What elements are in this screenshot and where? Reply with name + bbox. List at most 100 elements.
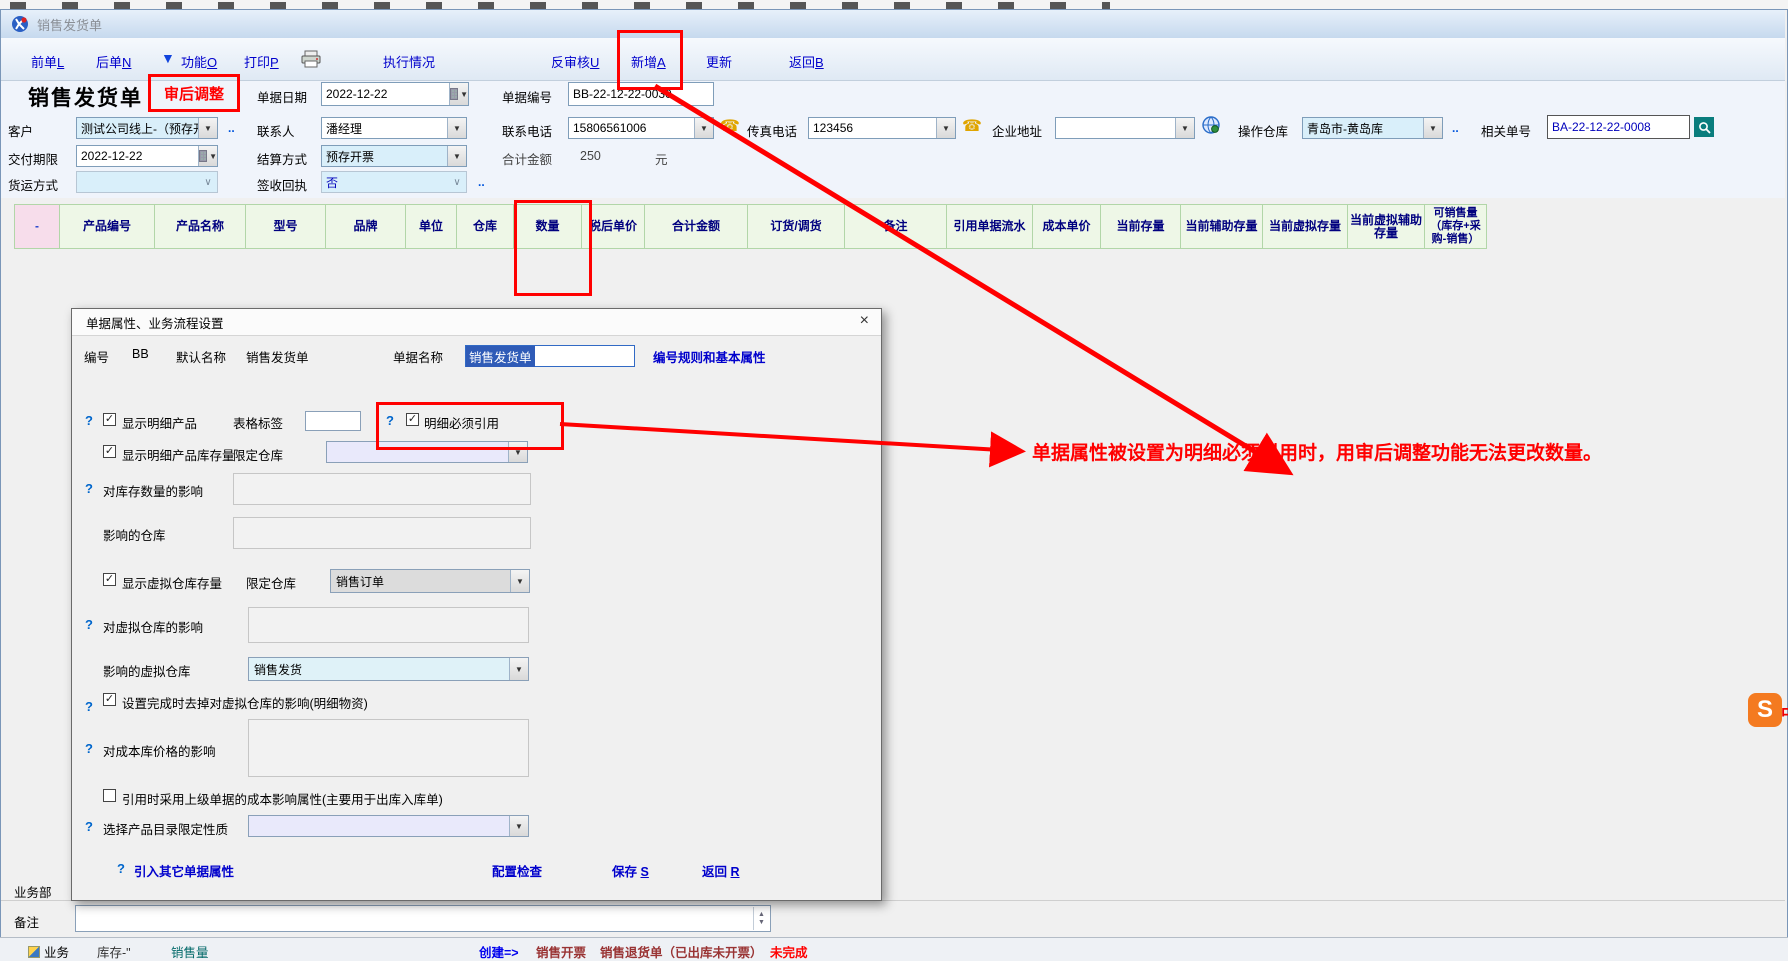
help-icon[interactable]: ? — [85, 481, 93, 496]
fax-combo[interactable]: 123456▼ — [808, 117, 956, 139]
address-combo[interactable]: ▼ — [1055, 117, 1195, 139]
toolbar-function[interactable]: 功能O — [181, 52, 217, 71]
op-warehouse-combo[interactable]: 青岛市-黄岛库▼ — [1302, 117, 1443, 139]
related-no-input[interactable]: BA-22-12-22-0008 — [1547, 115, 1690, 139]
customer-more-link[interactable]: .. — [228, 121, 235, 135]
detail-must-ref-label[interactable]: 明细必须引用 — [424, 413, 499, 432]
config-check-link[interactable]: 配置检查 — [492, 861, 542, 880]
brand-partial-text: 中 — [1781, 700, 1788, 724]
settlement-combo[interactable]: 预存开票▼ — [321, 145, 467, 167]
doc-date-field[interactable]: 2022-12-22 ▼ — [321, 82, 469, 106]
save-link[interactable]: 保存 S — [612, 861, 649, 880]
fax-dropdown-button[interactable]: ▼ — [936, 118, 955, 138]
detail-must-ref-checkbox[interactable] — [406, 413, 419, 426]
inherit-cost-checkbox[interactable] — [103, 789, 116, 802]
help-icon[interactable]: ? — [85, 741, 93, 756]
complete-clear-label[interactable]: 设置完成时去掉对虚拟仓库的影响(明细物资) — [122, 693, 368, 712]
phone-dial-icon[interactable]: ☎ — [720, 116, 740, 136]
default-name-value: 销售发货单 — [246, 347, 309, 366]
dialog-close-icon[interactable]: × — [860, 312, 869, 330]
total-value: 250 — [580, 149, 601, 163]
catalog-label: 选择产品目录限定性质 — [103, 819, 228, 838]
window-title: 销售发货单 — [37, 15, 102, 34]
show-detail-checkbox[interactable] — [103, 413, 116, 426]
shipping-chevron-icon[interactable]: ∨ — [199, 172, 217, 192]
bottom-tab-sales-qty[interactable]: 销售量 — [171, 942, 209, 961]
limit-warehouse-combo[interactable]: ▼ — [326, 441, 528, 463]
flow-sales-invoice-link[interactable]: 销售开票 — [536, 942, 586, 961]
receipt-more-link[interactable]: .. — [478, 175, 485, 189]
toolbar-unaudit[interactable]: 反审核U — [551, 52, 599, 71]
deliver-date-label: 交付期限 — [8, 149, 58, 168]
post-audit-adjust-badge: 审后调整 — [148, 74, 240, 112]
doc-no-input[interactable]: BB-22-12-22-0030 — [568, 82, 714, 106]
dropdown-button[interactable]: ▼ — [508, 442, 527, 462]
address-dropdown-button[interactable]: ▼ — [1175, 118, 1194, 138]
bottom-tab-business[interactable]: 业务 — [28, 942, 69, 961]
help-icon[interactable]: ? — [85, 819, 93, 834]
toolbar-add-new[interactable]: 新增A — [631, 52, 666, 71]
related-no-search-button[interactable] — [1694, 117, 1714, 137]
receipt-chevron-icon[interactable]: ∨ — [448, 172, 466, 192]
deliver-date-field[interactable]: 2022-12-22 ▼ — [76, 145, 218, 167]
bottom-tab-inventory[interactable]: 库存-" — [97, 942, 131, 961]
settlement-dropdown-button[interactable]: ▼ — [447, 146, 466, 166]
show-detail-stock-label[interactable]: 显示明细产品库存量 — [122, 445, 235, 464]
doc-name-label: 单据名称 — [393, 347, 443, 366]
help-icon[interactable]: ? — [386, 413, 394, 428]
op-warehouse-more-link[interactable]: .. — [1452, 121, 1459, 135]
flow-sales-return-link[interactable]: 销售退货单（已出库未开票） — [600, 942, 763, 961]
help-icon[interactable]: ? — [85, 699, 93, 714]
dialog-title: 单据属性、业务流程设置 — [86, 313, 224, 332]
customer-combo[interactable]: 测试公司线上-（预存开▼ — [76, 117, 218, 139]
receipt-combo[interactable]: 否∨ — [321, 171, 467, 193]
deliver-date-calendar-button[interactable]: ▼ — [198, 146, 217, 166]
help-icon[interactable]: ? — [85, 413, 93, 428]
inherit-cost-label[interactable]: 引用时采用上级单据的成本影响属性(主要用于出库入库单) — [122, 789, 443, 808]
printer-icon[interactable] — [301, 50, 321, 68]
doc-date-calendar-button[interactable]: ▼ — [449, 83, 468, 105]
toolbar-prev-doc[interactable]: 前单L — [31, 52, 64, 71]
toolbar-exec-status[interactable]: 执行情况 — [383, 52, 435, 71]
customer-dropdown-button[interactable]: ▼ — [198, 118, 217, 138]
toolbar-next-doc[interactable]: 后单N — [96, 52, 131, 71]
import-other-props-link[interactable]: 引入其它单据属性 — [134, 861, 234, 880]
complete-clear-checkbox[interactable] — [103, 693, 116, 706]
toolbar-return[interactable]: 返回B — [789, 52, 824, 71]
limit-warehouse2-combo[interactable]: 销售订单▼ — [330, 569, 530, 593]
affect-virtual-combo[interactable]: 销售发货▼ — [248, 657, 529, 681]
show-detail-stock-checkbox[interactable] — [103, 445, 116, 458]
annotation-note: 单据属性被设置为明细必须引用时，用审后调整功能无法更改数量。 — [1032, 438, 1602, 465]
contact-dropdown-button[interactable]: ▼ — [447, 118, 466, 138]
phone-combo[interactable]: 15806561006▼ — [568, 117, 714, 139]
back-link[interactable]: 返回 R — [702, 861, 740, 880]
help-icon[interactable]: ? — [85, 617, 93, 632]
col-header-cost: 成本单价 — [1033, 205, 1101, 249]
catalog-combo[interactable]: ▼ — [248, 815, 529, 837]
note-spinner[interactable]: ▲▼ — [753, 907, 769, 930]
contact-combo[interactable]: 潘经理▼ — [321, 117, 467, 139]
phone-dropdown-button[interactable]: ▼ — [694, 118, 713, 138]
show-virtual-stock-label[interactable]: 显示虚拟仓库存量 — [122, 573, 222, 592]
toolbar-print[interactable]: 打印P — [244, 52, 279, 71]
spin-down-icon[interactable]: ▼ — [758, 919, 765, 927]
dropdown-button[interactable]: ▼ — [509, 658, 528, 680]
numbering-rules-link[interactable]: 编号规则和基本属性 — [653, 347, 766, 366]
op-warehouse-dropdown-button[interactable]: ▼ — [1423, 118, 1442, 138]
doc-name-input[interactable]: 销售发货单 — [465, 345, 635, 367]
create-flow-link[interactable]: 创建=> — [479, 942, 519, 961]
dropdown-button[interactable]: ▼ — [510, 570, 529, 592]
spin-up-icon[interactable]: ▲ — [758, 911, 765, 919]
toolbar-update[interactable]: 更新 — [706, 52, 732, 71]
col-header-brand: 品牌 — [326, 205, 406, 249]
show-detail-label[interactable]: 显示明细产品 — [122, 413, 197, 432]
help-icon[interactable]: ? — [117, 861, 125, 876]
note-input[interactable]: ▲▼ — [75, 905, 771, 932]
shipping-combo[interactable]: ∨ — [76, 171, 218, 193]
show-virtual-stock-checkbox[interactable] — [103, 573, 116, 586]
dropdown-button[interactable]: ▼ — [509, 816, 528, 836]
globe-icon[interactable] — [1202, 116, 1220, 134]
table-label-input[interactable] — [305, 411, 361, 431]
flow-unfinished-status[interactable]: 未完成 — [770, 942, 808, 961]
fax-dial-icon[interactable]: ☎ — [962, 116, 982, 136]
